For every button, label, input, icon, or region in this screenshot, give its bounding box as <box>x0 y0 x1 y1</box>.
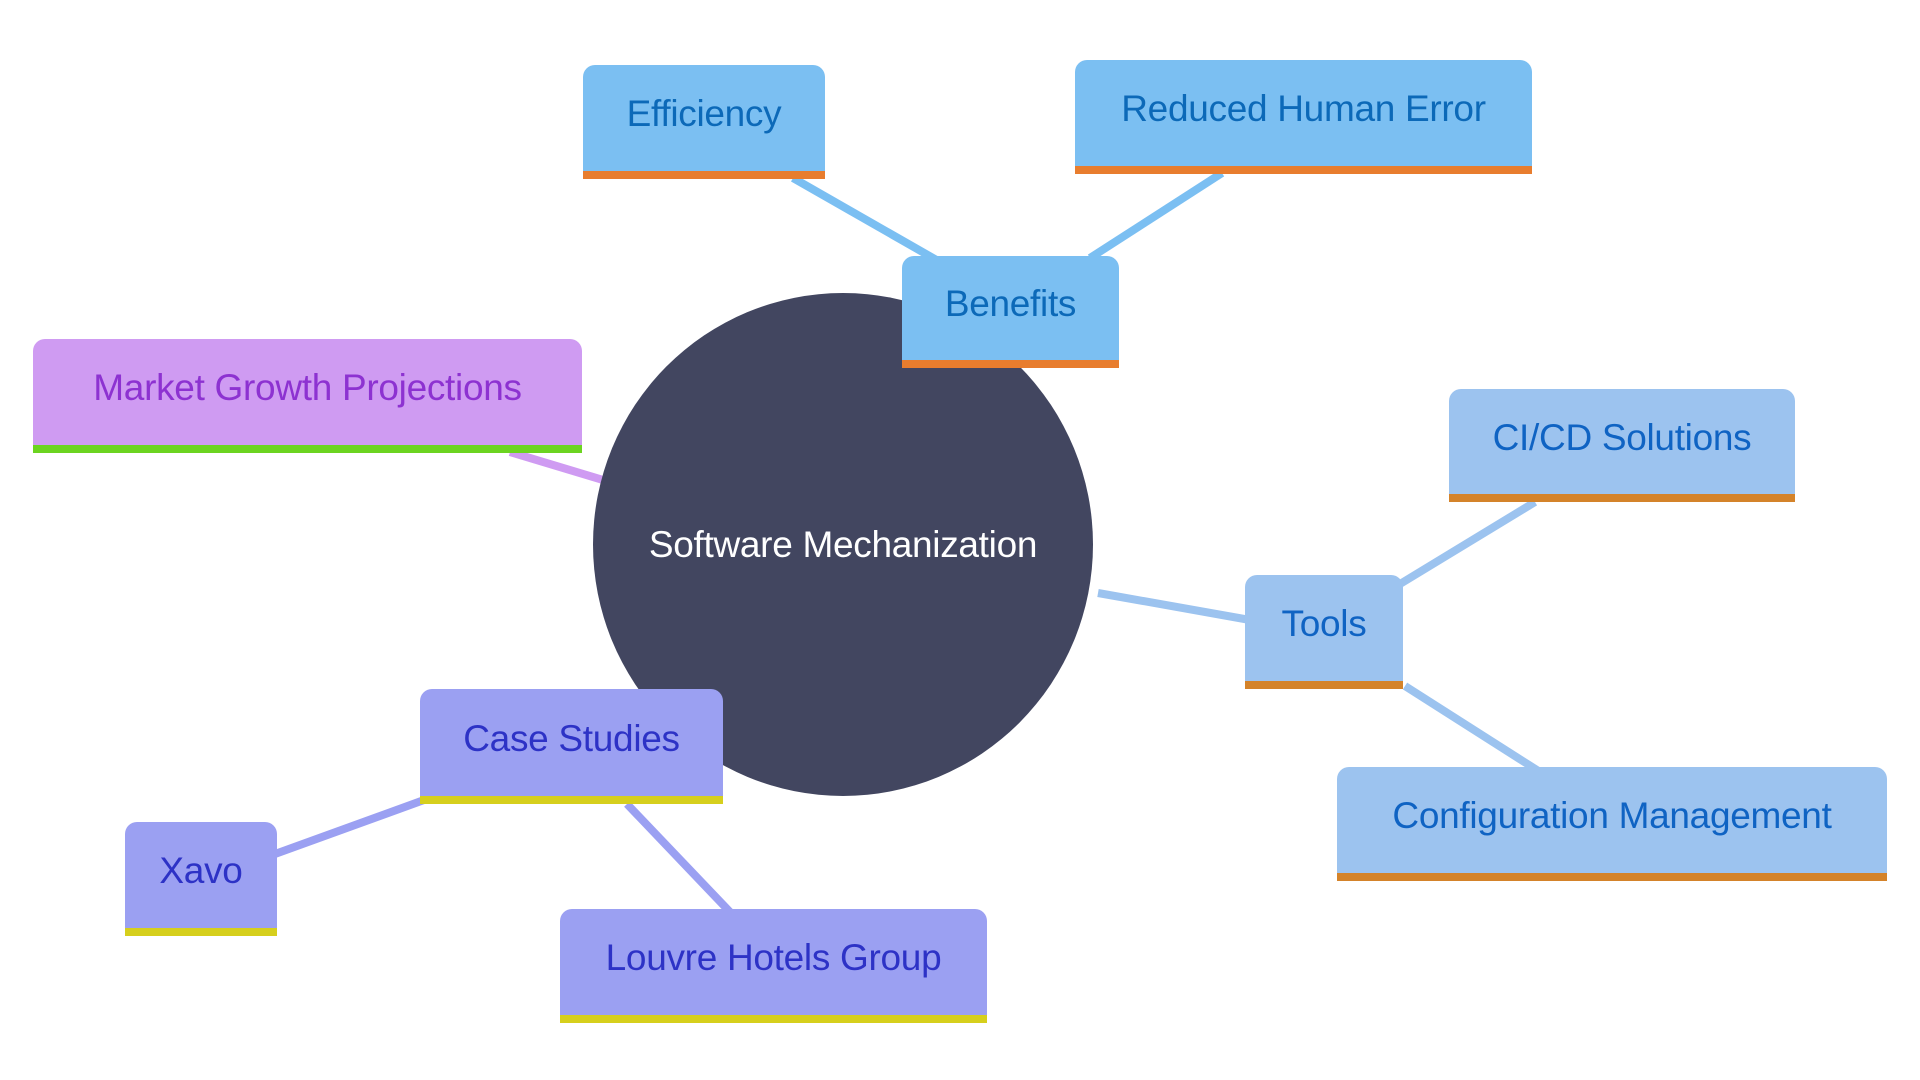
root-node-label: Software Mechanization <box>648 523 1038 565</box>
edge-benefits-efficiency <box>791 174 942 266</box>
node-benefits-label: Benefits <box>944 283 1077 324</box>
node-configuration-management-label: Configuration Management <box>1392 795 1832 836</box>
node-tools-accent-bar <box>1245 681 1403 689</box>
node-efficiency-label: Efficiency <box>626 93 782 134</box>
node-reduced-human-error-label: Reduced Human Error <box>1121 88 1486 129</box>
node-efficiency-accent-bar <box>583 171 825 179</box>
edge-benefits-reduced-human-error <box>1087 169 1225 262</box>
node-efficiency[interactable]: Efficiency <box>583 65 825 179</box>
node-tools[interactable]: Tools <box>1245 575 1403 689</box>
node-xavo-label: Xavo <box>159 850 243 891</box>
node-xavo[interactable]: Xavo <box>125 822 277 936</box>
node-case-studies-label: Case Studies <box>463 717 680 759</box>
node-louvre-hotels-group-label: Louvre Hotels Group <box>605 937 942 978</box>
edge-tools-ci-cd-solutions <box>1397 498 1538 588</box>
node-reduced-human-error-accent-bar <box>1075 166 1532 174</box>
node-market-growth-projections[interactable]: Market Growth Projections <box>33 339 582 453</box>
edge-root-tools <box>1097 589 1251 624</box>
node-case-studies-accent-bar <box>420 796 723 804</box>
node-louvre-hotels-group-accent-bar <box>560 1015 987 1023</box>
edge-case-studies-xavo <box>273 796 426 858</box>
node-ci-cd-solutions[interactable]: CI/CD Solutions <box>1449 389 1795 502</box>
edge-root-market-growth-projections <box>508 448 605 484</box>
node-louvre-hotels-group[interactable]: Louvre Hotels Group <box>560 909 987 1023</box>
node-market-growth-projections-accent-bar <box>33 445 582 453</box>
node-xavo-accent-bar <box>125 928 277 936</box>
node-ci-cd-solutions-label: CI/CD Solutions <box>1492 416 1752 458</box>
node-ci-cd-solutions-accent-bar <box>1449 494 1795 502</box>
node-market-growth-projections-label: Market Growth Projections <box>93 367 522 408</box>
node-case-studies[interactable]: Case Studies <box>420 689 723 804</box>
node-tools-label: Tools <box>1281 603 1367 644</box>
node-benefits[interactable]: Benefits <box>902 256 1119 368</box>
node-benefits-accent-bar <box>902 360 1119 368</box>
node-configuration-management-accent-bar <box>1337 873 1887 881</box>
node-configuration-management[interactable]: Configuration Management <box>1337 767 1887 881</box>
node-reduced-human-error[interactable]: Reduced Human Error <box>1075 60 1532 174</box>
edge-case-studies-louvre-hotels-group <box>624 801 733 915</box>
edge-tools-configuration-management <box>1402 682 1543 776</box>
